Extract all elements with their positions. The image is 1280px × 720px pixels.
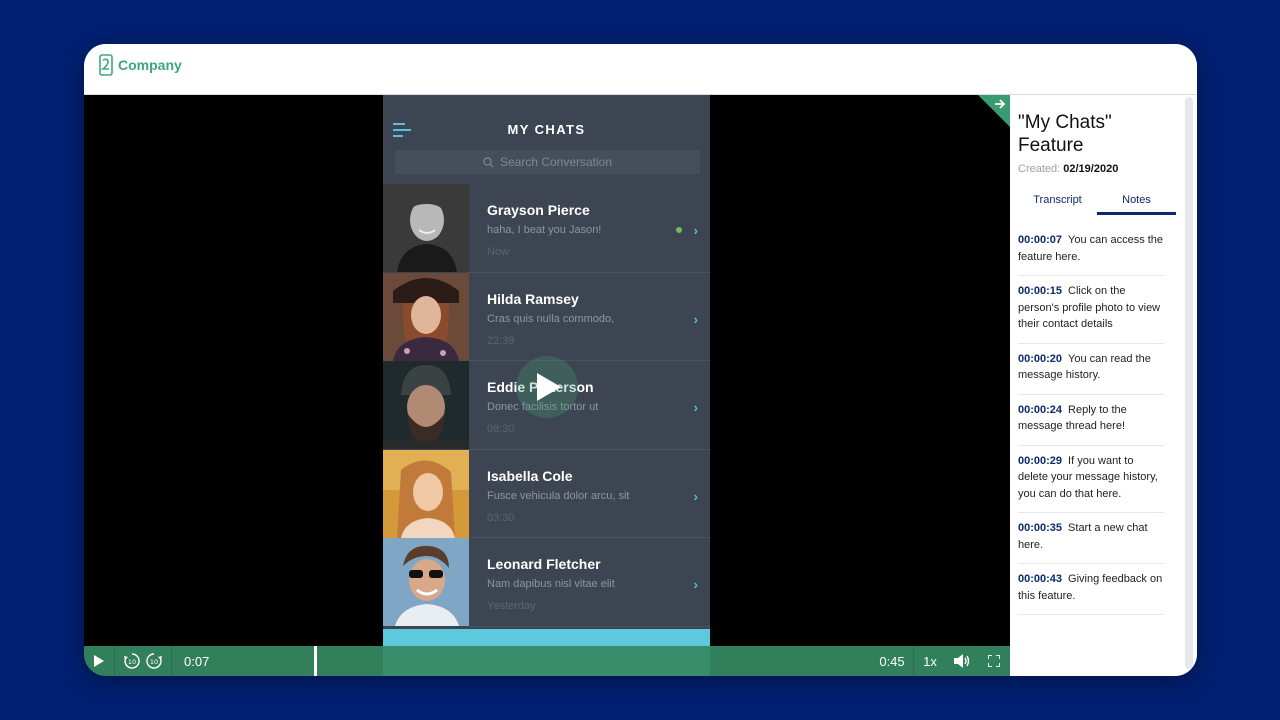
volume-icon	[954, 654, 970, 668]
notes-list: 00:00:07 You can access the feature here.…	[1018, 225, 1164, 615]
chat-name: Isabella Cole	[487, 467, 573, 484]
center-play-button[interactable]	[516, 356, 578, 418]
phone-title: MY CHATS	[507, 122, 586, 137]
chevron-right-icon: ›	[693, 223, 698, 238]
note-item[interactable]: 00:00:24 Reply to the message thread here…	[1018, 395, 1164, 446]
chat-row: Leonard Fletcher Nam dapibus nisl vitae …	[383, 538, 710, 627]
search-conversation: Search Conversation	[395, 150, 700, 174]
search-placeholder: Search Conversation	[499, 155, 613, 169]
company-name: Company	[118, 57, 182, 73]
chevron-right-icon: ›	[693, 577, 698, 592]
note-timestamp[interactable]: 00:00:15	[1018, 285, 1062, 297]
note-timestamp[interactable]: 00:00:07	[1018, 234, 1062, 246]
phone-header: MY CHATS	[383, 95, 710, 145]
note-timestamp[interactable]: 00:00:24	[1018, 404, 1062, 416]
chat-name: Leonard Fletcher	[487, 556, 601, 572]
progress-bar[interactable]	[212, 646, 871, 676]
forward-10-icon[interactable]: 10	[145, 652, 163, 670]
svg-text:10: 10	[128, 658, 136, 666]
company-logo[interactable]: Company	[99, 54, 182, 76]
note-timestamp[interactable]: 00:00:35	[1018, 522, 1062, 534]
play-icon	[537, 373, 561, 401]
note-item[interactable]: 00:00:15 Click on the person's profile ph…	[1018, 276, 1164, 344]
panel-scrollbar[interactable]	[1185, 97, 1193, 669]
volume-button[interactable]	[946, 646, 978, 676]
note-item[interactable]: 00:00:35 Start a new chat here.	[1018, 513, 1164, 564]
skip-controls: 10 10	[115, 646, 171, 676]
play-button[interactable]	[84, 646, 114, 676]
chat-message: Cras quis nulla commodo,	[487, 312, 615, 325]
note-timestamp[interactable]: 00:00:20	[1018, 353, 1062, 365]
video-player[interactable]: MY CHATS Search Conversation Grayson Pie…	[84, 95, 1010, 676]
online-indicator	[676, 227, 682, 233]
note-item[interactable]: 00:00:43 Giving feedback on this feature.	[1018, 564, 1164, 615]
chat-time: Yesterday	[487, 600, 536, 612]
avatar	[383, 184, 469, 272]
logo-icon	[99, 54, 113, 76]
tab-transcript[interactable]: Transcript	[1018, 194, 1097, 215]
fullscreen-button[interactable]	[978, 646, 1010, 676]
collapse-panel-button[interactable]	[978, 95, 1010, 127]
chat-row: Grayson Pierce haha, I beat you Jason! N…	[383, 184, 710, 273]
chevron-right-icon: ›	[693, 400, 698, 415]
panel-title: "My Chats" Feature	[1018, 112, 1112, 156]
svg-text:10: 10	[150, 658, 158, 666]
total-time: 0:45	[879, 653, 905, 669]
note-item[interactable]: 00:00:20 You can read the message history…	[1018, 344, 1164, 395]
player-controls: 10 10 0:07 0:45 1x	[84, 646, 1010, 676]
created-value: 02/19/2020	[1063, 163, 1119, 175]
avatar	[383, 538, 469, 626]
rewind-10-icon[interactable]: 10	[123, 652, 141, 670]
notes-panel: "My Chats" Feature Created: 02/19/2020 T…	[1010, 95, 1197, 676]
note-item[interactable]: 00:00:07 You can access the feature here.	[1018, 225, 1164, 276]
chat-time: 22:39	[487, 334, 515, 347]
chat-message: Fusce vehicula dolor arcu, sit	[487, 489, 630, 502]
avatar	[383, 361, 469, 449]
app-window: Company MY CHATS Search Conversation Gra…	[84, 44, 1197, 676]
chat-message: haha, I beat you Jason!	[487, 224, 602, 236]
top-bar: Company	[84, 44, 1197, 95]
chat-message: Nam dapibus nisl vitae elit	[487, 578, 615, 590]
created-label: Created:	[1018, 163, 1061, 175]
fullscreen-icon	[988, 655, 1000, 667]
playback-speed-button[interactable]: 1x	[914, 646, 946, 676]
arrow-right-icon	[978, 95, 1010, 127]
play-icon	[94, 655, 104, 667]
chat-name: Hilda Ramsey	[487, 290, 579, 307]
avatar	[383, 449, 469, 538]
avatar	[383, 272, 469, 361]
chat-name: Grayson Pierce	[487, 202, 590, 218]
chat-row: Isabella Cole Fusce vehicula dolor arcu,…	[383, 449, 710, 539]
chat-time: 08:30	[487, 423, 515, 435]
chat-time: Now	[487, 246, 510, 258]
panel-tabs: Transcript Notes	[1018, 194, 1176, 215]
note-item[interactable]: 00:00:29 If you want to delete your messa…	[1018, 446, 1164, 513]
note-timestamp[interactable]: 00:00:43	[1018, 573, 1062, 585]
note-timestamp[interactable]: 00:00:29	[1018, 455, 1062, 467]
chat-time: 03:30	[487, 511, 515, 524]
chevron-right-icon: ›	[693, 488, 698, 504]
search-icon	[483, 156, 494, 167]
current-time: 0:07	[184, 653, 210, 669]
progress-handle[interactable]	[314, 646, 317, 676]
created-date: Created: 02/19/2020	[1018, 163, 1118, 175]
chevron-right-icon: ›	[693, 311, 698, 327]
tab-notes[interactable]: Notes	[1097, 194, 1176, 215]
chat-row: Hilda Ramsey Cras quis nulla commodo, 22…	[383, 272, 710, 362]
